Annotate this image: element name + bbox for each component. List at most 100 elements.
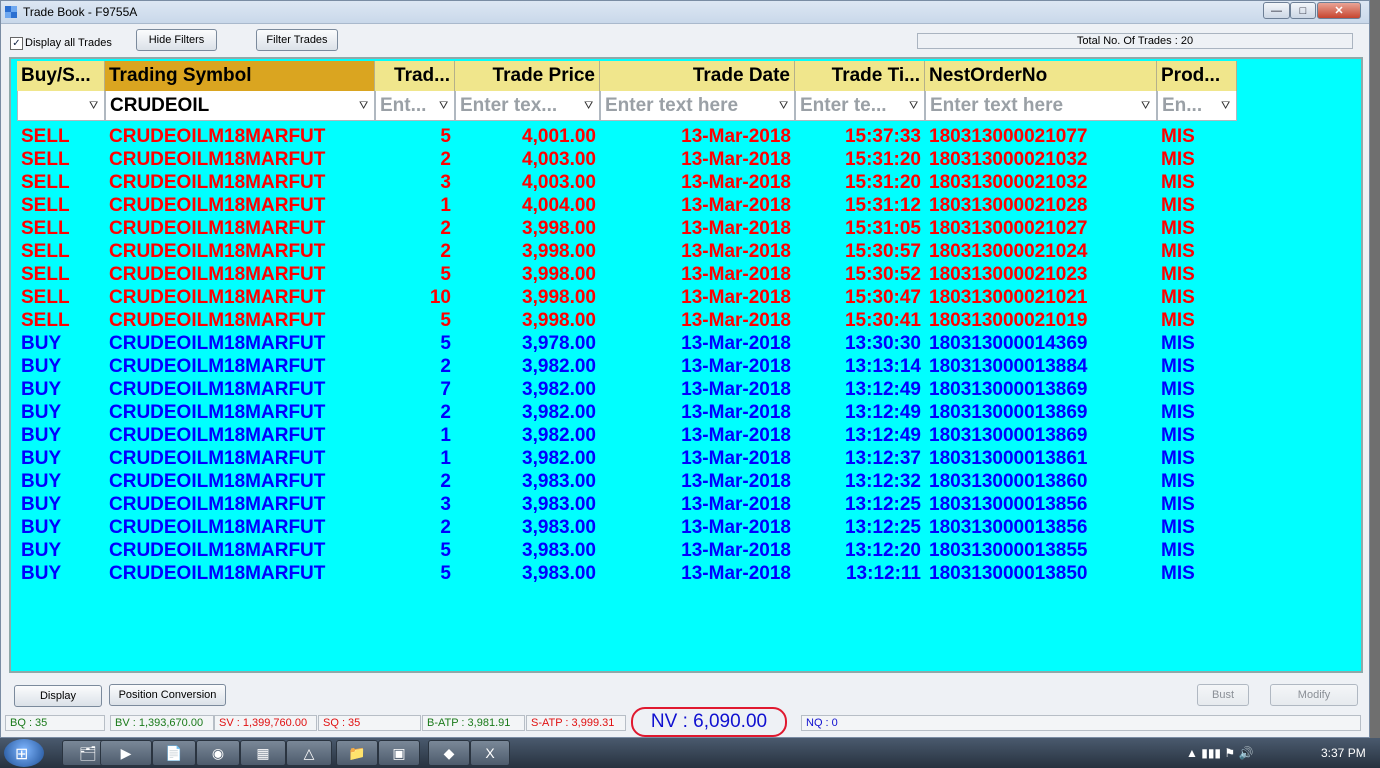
cell-date: 13-Mar-2018: [681, 241, 791, 262]
title-bar[interactable]: Trade Book - F9755A — □ ✕: [1, 1, 1369, 24]
cell-price: 3,998.00: [522, 241, 596, 262]
column-header-date[interactable]: Trade Date: [600, 61, 795, 91]
cell-side: BUY: [21, 540, 62, 561]
filter-funnel-icon[interactable]: ⛛: [1141, 100, 1152, 112]
display-all-checkbox[interactable]: ✓: [10, 37, 23, 50]
filter-trades-button[interactable]: Filter Trades: [256, 29, 338, 51]
table-row[interactable]: SELL CRUDEOILM18MARFUT 1 4,004.00 13-Mar-201…: [11, 194, 1361, 217]
trade-grid: Buy/S... Trading Symbol Trad... Trade Price…: [9, 57, 1363, 673]
table-row[interactable]: BUY CRUDEOILM18MARFUT 2 3,982.00 13-Mar-2018…: [11, 401, 1361, 424]
cell-symbol: CRUDEOILM18MARFUT: [109, 264, 326, 285]
table-row[interactable]: BUY CRUDEOILM18MARFUT 7 3,982.00 13-Mar-2018…: [11, 378, 1361, 401]
cell-side: SELL: [21, 241, 70, 262]
table-row[interactable]: BUY CRUDEOILM18MARFUT 5 3,983.00 13-Mar-2018…: [11, 562, 1361, 585]
filter-funnel-icon[interactable]: ⛛: [909, 100, 920, 112]
display-button[interactable]: Display: [14, 685, 102, 707]
filter-input-order[interactable]: Enter text here ⛛: [925, 91, 1157, 121]
file-icon[interactable]: 📄: [152, 740, 196, 766]
cell-time: 13:12:20: [844, 540, 921, 561]
table-row[interactable]: SELL CRUDEOILM18MARFUT 5 3,998.00 13-Mar-201…: [11, 309, 1361, 332]
folder-icon[interactable]: 📁: [336, 740, 378, 766]
cell-date: 13-Mar-2018: [681, 402, 791, 423]
paint-icon[interactable]: △: [286, 740, 332, 766]
filter-funnel-icon[interactable]: ⛛: [359, 100, 370, 112]
cell-price: 3,983.00: [522, 517, 596, 538]
cell-symbol: CRUDEOILM18MARFUT: [109, 149, 326, 170]
table-row[interactable]: BUY CRUDEOILM18MARFUT 5 3,978.00 13-Mar-2018…: [11, 332, 1361, 355]
maximize-button[interactable]: □: [1290, 2, 1316, 19]
calculator-icon[interactable]: ▦: [240, 740, 286, 766]
cell-time: 13:12:32: [844, 471, 921, 492]
nv-status: NV : 6,090.00: [631, 707, 787, 737]
table-row[interactable]: SELL CRUDEOILM18MARFUT 3 4,003.00 13-Mar-201…: [11, 171, 1361, 194]
cell-symbol: CRUDEOILM18MARFUT: [109, 287, 326, 308]
filter-input-date[interactable]: Enter text here ⛛: [600, 91, 795, 121]
cell-order: 180313000013860: [929, 471, 1088, 492]
close-button[interactable]: ✕: [1317, 2, 1361, 19]
minimize-button[interactable]: —: [1263, 2, 1290, 19]
window-icon[interactable]: ▣: [378, 740, 420, 766]
filter-funnel-icon[interactable]: ⛛: [89, 100, 100, 112]
filter-input-price[interactable]: Enter tex... ⛛: [455, 91, 600, 121]
column-header-order[interactable]: NestOrderNo: [925, 61, 1157, 91]
status-bar: BQ : 35 BV : 1,393,670.00 SV : 1,399,760…: [5, 707, 1361, 737]
cell-date: 13-Mar-2018: [681, 540, 791, 561]
cell-order: 180313000013869: [929, 402, 1088, 423]
filter-funnel-icon[interactable]: ⛛: [584, 100, 595, 112]
table-row[interactable]: BUY CRUDEOILM18MARFUT 1 3,982.00 13-Mar-2018…: [11, 447, 1361, 470]
system-tray[interactable]: ▲ ▮▮▮ ⚑ 🔊: [1186, 746, 1253, 760]
cell-date: 13-Mar-2018: [681, 310, 791, 331]
start-button[interactable]: ⊞: [4, 739, 44, 767]
column-header-symbol[interactable]: Trading Symbol: [105, 61, 375, 91]
filter-input-product[interactable]: En... ⛛: [1157, 91, 1237, 121]
cell-product: MIS: [1161, 172, 1195, 193]
table-row[interactable]: SELL CRUDEOILM18MARFUT 2 3,998.00 13-Mar-201…: [11, 217, 1361, 240]
column-header-qty[interactable]: Trad...: [375, 61, 455, 91]
cell-qty: 2: [440, 402, 451, 423]
table-row[interactable]: SELL CRUDEOILM18MARFUT 5 4,001.00 13-Mar-201…: [11, 125, 1361, 148]
column-header-price[interactable]: Trade Price: [455, 61, 600, 91]
table-row[interactable]: SELL CRUDEOILM18MARFUT 5 3,998.00 13-Mar-201…: [11, 263, 1361, 286]
chrome-icon[interactable]: ◉: [196, 740, 240, 766]
cell-order: 180313000021021: [929, 287, 1088, 308]
cell-order: 180313000013861: [929, 448, 1088, 469]
bust-button[interactable]: Bust: [1197, 684, 1249, 706]
cell-qty: 2: [440, 218, 451, 239]
table-row[interactable]: BUY CRUDEOILM18MARFUT 2 3,983.00 13-Mar-2018…: [11, 516, 1361, 539]
filter-input-side[interactable]: ⛛: [17, 91, 105, 121]
hide-filters-button[interactable]: Hide Filters: [136, 29, 217, 51]
modify-button[interactable]: Modify: [1270, 684, 1358, 706]
column-header-time[interactable]: Trade Ti...: [795, 61, 925, 91]
cell-qty: 7: [440, 379, 451, 400]
filter-input-symbol[interactable]: CRUDEOIL ⛛: [105, 91, 375, 121]
table-row[interactable]: SELL CRUDEOILM18MARFUT 2 4,003.00 13-Mar-201…: [11, 148, 1361, 171]
filter-input-qty[interactable]: Ent... ⛛: [375, 91, 455, 121]
filter-input-time[interactable]: Enter te... ⛛: [795, 91, 925, 121]
cell-symbol: CRUDEOILM18MARFUT: [109, 448, 326, 469]
media-player-icon[interactable]: ▶: [100, 740, 152, 766]
filter-text-order: Enter text here: [930, 95, 1064, 116]
cell-time: 15:31:20: [844, 149, 921, 170]
table-row[interactable]: SELL CRUDEOILM18MARFUT 10 3,998.00 13-Mar-20…: [11, 286, 1361, 309]
table-row[interactable]: SELL CRUDEOILM18MARFUT 2 3,998.00 13-Mar-201…: [11, 240, 1361, 263]
cell-price: 3,982.00: [522, 448, 596, 469]
bv-status: BV : 1,393,670.00: [110, 715, 214, 731]
position-conversion-button[interactable]: Position Conversion: [109, 684, 226, 706]
trading-app-icon[interactable]: ◆: [428, 740, 470, 766]
table-row[interactable]: BUY CRUDEOILM18MARFUT 2 3,983.00 13-Mar-2018…: [11, 470, 1361, 493]
filter-funnel-icon[interactable]: ⛛: [439, 100, 450, 112]
filter-funnel-icon[interactable]: ⛛: [1221, 100, 1232, 112]
table-row[interactable]: BUY CRUDEOILM18MARFUT 5 3,983.00 13-Mar-2018…: [11, 539, 1361, 562]
excel-icon[interactable]: X: [470, 740, 510, 766]
column-header-product[interactable]: Prod...: [1157, 61, 1237, 91]
cell-symbol: CRUDEOILM18MARFUT: [109, 218, 326, 239]
table-row[interactable]: BUY CRUDEOILM18MARFUT 2 3,982.00 13-Mar-2018…: [11, 355, 1361, 378]
column-header-side[interactable]: Buy/S...: [17, 61, 105, 91]
filter-funnel-icon[interactable]: ⛛: [779, 100, 790, 112]
table-row[interactable]: BUY CRUDEOILM18MARFUT 3 3,983.00 13-Mar-2018…: [11, 493, 1361, 516]
cell-date: 13-Mar-2018: [681, 517, 791, 538]
cell-qty: 5: [440, 540, 451, 561]
cell-time: 15:30:57: [844, 241, 921, 262]
clock[interactable]: 3:37 PM: [1321, 746, 1366, 760]
table-row[interactable]: BUY CRUDEOILM18MARFUT 1 3,982.00 13-Mar-2018…: [11, 424, 1361, 447]
